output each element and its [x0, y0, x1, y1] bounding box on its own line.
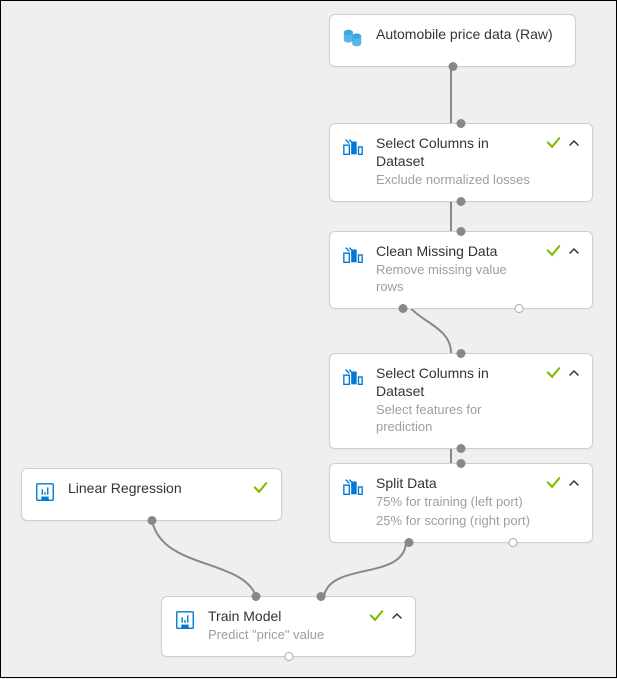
- output-port-1[interactable]: [404, 538, 413, 547]
- node-title: Select Columns in Dataset: [376, 364, 535, 400]
- check-icon: [545, 474, 562, 496]
- input-port[interactable]: [457, 459, 466, 468]
- node-subtitle: Remove missing value rows: [376, 262, 535, 296]
- node-title: Split Data: [376, 474, 535, 492]
- output-port[interactable]: [457, 197, 466, 206]
- node-subtitle-2: 25% for scoring (right port): [376, 513, 535, 530]
- node-select-columns-2[interactable]: Select Columns in Dataset Select feature…: [329, 353, 593, 449]
- output-port[interactable]: [284, 652, 293, 661]
- output-port[interactable]: [448, 62, 457, 71]
- split-data-icon: [342, 476, 366, 503]
- output-port-2[interactable]: [509, 538, 518, 547]
- output-port-1[interactable]: [399, 304, 408, 313]
- node-subtitle-1: 75% for training (left port): [376, 494, 535, 511]
- output-port[interactable]: [457, 444, 466, 453]
- input-port-2[interactable]: [317, 592, 326, 601]
- check-icon: [545, 242, 562, 264]
- node-title: Train Model: [208, 607, 358, 625]
- chevron-up-icon[interactable]: [568, 244, 580, 262]
- node-split-data[interactable]: Split Data 75% for training (left port) …: [329, 463, 593, 543]
- check-icon: [368, 607, 385, 629]
- input-port-1[interactable]: [251, 592, 260, 601]
- node-title: Linear Regression: [68, 479, 242, 497]
- input-port[interactable]: [457, 119, 466, 128]
- chevron-up-icon[interactable]: [568, 136, 580, 154]
- input-port[interactable]: [457, 349, 466, 358]
- node-title: Select Columns in Dataset: [376, 134, 535, 170]
- output-port-2[interactable]: [514, 304, 523, 313]
- check-icon: [545, 134, 562, 156]
- node-data-source[interactable]: Automobile price data (Raw): [329, 14, 576, 67]
- chevron-up-icon[interactable]: [568, 366, 580, 384]
- node-train-model[interactable]: Train Model Predict "price" value: [161, 596, 416, 657]
- model-icon: [34, 481, 58, 508]
- node-linear-regression[interactable]: Linear Regression: [21, 468, 282, 521]
- node-title: Automobile price data (Raw): [376, 25, 563, 43]
- node-subtitle: Predict "price" value: [208, 627, 358, 644]
- output-port[interactable]: [147, 516, 156, 525]
- node-title: Clean Missing Data: [376, 242, 535, 260]
- node-subtitle: Exclude normalized losses: [376, 172, 535, 189]
- train-model-icon: [174, 609, 198, 636]
- input-port[interactable]: [457, 227, 466, 236]
- dataset-icon: [342, 27, 366, 54]
- chevron-up-icon[interactable]: [568, 476, 580, 494]
- chevron-up-icon[interactable]: [391, 609, 403, 627]
- check-icon: [545, 364, 562, 386]
- node-select-columns-1[interactable]: Select Columns in Dataset Exclude normal…: [329, 123, 593, 202]
- node-subtitle: Select features for prediction: [376, 402, 535, 436]
- connector-layer: [1, 1, 617, 679]
- select-columns-icon: [342, 136, 366, 163]
- node-clean-missing-data[interactable]: Clean Missing Data Remove missing value …: [329, 231, 593, 309]
- check-icon: [252, 479, 269, 501]
- select-columns-icon: [342, 366, 366, 393]
- clean-data-icon: [342, 244, 366, 271]
